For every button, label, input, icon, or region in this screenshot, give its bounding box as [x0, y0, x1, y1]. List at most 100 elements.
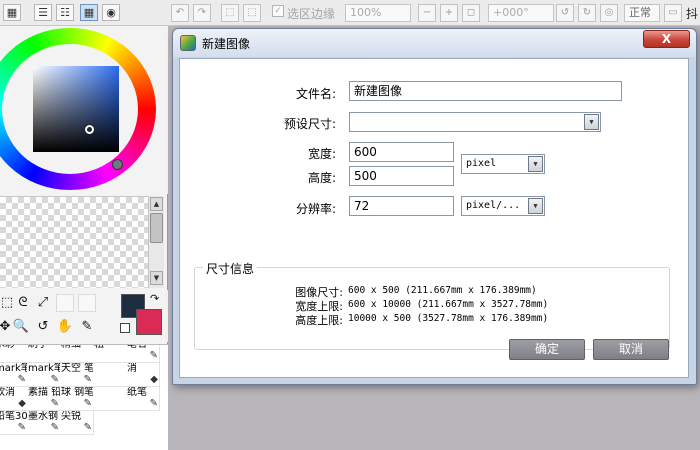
brush-cell[interactable]: 素描 铅笔✎: [27, 387, 61, 411]
color-swatch-area[interactable]: [0, 196, 148, 288]
redo-icon[interactable]: ↷: [193, 4, 211, 22]
height-input[interactable]: 500: [349, 166, 454, 186]
brush-pen-icon: ✎: [149, 350, 158, 361]
empty-tool-slot: [78, 294, 96, 312]
chevron-down-icon[interactable]: ▼: [584, 114, 599, 130]
lasso-icon[interactable]: ᘓ: [14, 294, 32, 312]
empty-tool-slot: [56, 294, 74, 312]
flip-icon[interactable]: ▭: [664, 4, 682, 22]
app-icon: [180, 35, 196, 51]
dialog-title-bar[interactable]: 新建图像 X: [173, 29, 696, 57]
rotate-right-icon[interactable]: ↻: [578, 4, 596, 22]
filename-input[interactable]: 新建图像: [349, 81, 622, 101]
size-unit-select[interactable]: pixel ▼: [461, 154, 545, 174]
brush-label: 笔名: [127, 344, 147, 350]
preset-size-label: 预设尺寸:: [283, 117, 336, 131]
resolution-input[interactable]: 72: [349, 196, 454, 216]
blend-mode-select[interactable]: 正常: [624, 4, 660, 22]
color-mode-rgb-button[interactable]: ☰: [34, 4, 52, 21]
hand-icon[interactable]: ✋: [56, 318, 74, 336]
chevron-down-icon[interactable]: ▼: [528, 198, 543, 214]
swatch-scrollbar[interactable]: ▲ ▼: [148, 196, 164, 288]
brush-cell[interactable]: 墨水钢 ✎: [27, 411, 61, 435]
brush-label: 消: [127, 363, 137, 374]
brush-pen-icon: ✎: [50, 374, 59, 385]
close-button[interactable]: X: [643, 30, 690, 48]
brush-cell[interactable]: 消 ◆: [126, 363, 160, 387]
brush-cell[interactable]: 天空 笔刷✎: [60, 363, 94, 387]
deselect-icon[interactable]: ⬚: [221, 4, 239, 22]
brush-cell[interactable]: 球 钢笔 ✎: [60, 387, 94, 411]
new-image-dialog: 新建图像 X 文件名: 新建图像 预设尺寸: ▼ 宽度: 600 高度: 500…: [172, 28, 697, 385]
rotate-left-icon[interactable]: ↺: [556, 4, 574, 22]
brush-cell[interactable]: [93, 363, 127, 387]
chevron-down-icon[interactable]: ▼: [528, 156, 543, 172]
brush-cell[interactable]: 水彩: [0, 345, 28, 363]
width-label: 宽度:: [307, 147, 336, 161]
color-mode-bar: ▦ ☰ ☷ ▦ ◉: [0, 0, 168, 26]
brush-pen-icon: ✎: [50, 398, 59, 409]
zoom-in-icon[interactable]: +: [440, 4, 458, 22]
color-mode-swatch-button[interactable]: ▦: [80, 4, 98, 21]
brush-cell[interactable]: 刷子: [27, 345, 61, 363]
swap-colors-icon[interactable]: ↷: [150, 292, 159, 305]
brush-label: 球 钢笔: [61, 387, 94, 398]
brush-cell[interactable]: mark笔 水性✎: [0, 363, 28, 387]
saturation-value-square[interactable]: [33, 66, 119, 152]
dialog-title: 新建图像: [202, 37, 251, 51]
height-label: 高度:: [307, 171, 336, 185]
brush-grid: 水彩刷子精细粗笔名✎mark笔 水性✎mark笔 油性✎天空 笔刷✎消◆软消◆素…: [0, 344, 168, 450]
sv-cursor-icon[interactable]: [85, 125, 94, 134]
resolution-unit-select[interactable]: pixel/... ▼: [461, 196, 545, 216]
magic-wand-icon[interactable]: ⤢: [34, 294, 52, 312]
left-tool-panel: ▦ ☰ ☷ ▦ ◉ ▲ ▼ ⬚ ᘓ ⤢ ✥ 🔍 ↺ ✋ ✎ ↷ 水彩刷子精细粗笔…: [0, 0, 168, 450]
preset-size-select[interactable]: ▼: [349, 112, 601, 132]
brush-cell[interactable]: 精细: [60, 345, 94, 363]
filename-label: 文件名:: [295, 87, 336, 101]
color-mode-wheel-button[interactable]: ▦: [3, 4, 21, 21]
brush-cell[interactable]: 尖锐 ✎: [60, 411, 94, 435]
brush-pen-icon: ✎: [17, 422, 26, 433]
color-wheel-area: [0, 26, 168, 194]
image-size-value: 600 x 500 (211.667mm x 176.389mm): [348, 285, 537, 296]
zoom-icon[interactable]: 🔍: [12, 318, 30, 336]
zoom-out-icon[interactable]: −: [418, 4, 436, 22]
stabilizer-label: 抖: [686, 7, 699, 21]
brush-cell[interactable]: [93, 387, 127, 411]
brush-label: 软消: [0, 387, 15, 398]
brush-pen-icon: ✎: [50, 422, 59, 433]
rotation-select[interactable]: +000°: [488, 4, 554, 22]
brush-cell[interactable]: 粗: [93, 345, 127, 363]
scroll-down-icon[interactable]: ▼: [150, 271, 163, 285]
undo-icon[interactable]: ↶: [171, 4, 189, 22]
width-input[interactable]: 600: [349, 142, 454, 162]
color-mode-scratch-button[interactable]: ◉: [102, 4, 120, 21]
reset-colors-icon[interactable]: [120, 323, 130, 333]
invert-select-icon[interactable]: ⬚: [243, 4, 261, 22]
scroll-thumb[interactable]: [150, 213, 163, 243]
selection-edge-checkbox[interactable]: ✓: [272, 5, 284, 17]
cancel-button[interactable]: 取消: [593, 339, 669, 360]
background-color-swatch[interactable]: [136, 309, 162, 335]
zoom-reset-icon[interactable]: ◻: [462, 4, 480, 22]
brush-pen-icon: ✎: [83, 398, 92, 409]
ok-button[interactable]: 确定: [509, 339, 585, 360]
height-limit-value: 10000 x 500 (3527.78mm x 176.389mm): [348, 313, 549, 324]
brush-cell[interactable]: 铅笔30✎: [0, 411, 28, 435]
brush-cell[interactable]: 笔名 ✎: [126, 344, 160, 363]
color-mode-hsv-button[interactable]: ☷: [56, 4, 74, 21]
rotate-reset-icon[interactable]: ◎: [600, 4, 618, 22]
eyedropper-icon[interactable]: ✎: [78, 318, 96, 336]
brush-label: mark笔 油性: [28, 363, 61, 374]
zoom-select[interactable]: 100%: [345, 4, 411, 22]
rotate-icon[interactable]: ↺: [34, 318, 52, 336]
height-limit-label: 高度上限:: [295, 314, 343, 327]
brush-pen-icon: ✎: [83, 374, 92, 385]
scroll-up-icon[interactable]: ▲: [150, 197, 163, 211]
selection-edge-label: 选区边缘: [287, 7, 336, 21]
hue-cursor-icon[interactable]: [112, 159, 123, 170]
brush-cell[interactable]: mark笔 油性✎: [27, 363, 61, 387]
brush-pen-icon: ✎: [17, 374, 26, 385]
brush-cell[interactable]: 纸笔 ✎: [126, 387, 160, 411]
brush-cell[interactable]: 软消◆: [0, 387, 28, 411]
